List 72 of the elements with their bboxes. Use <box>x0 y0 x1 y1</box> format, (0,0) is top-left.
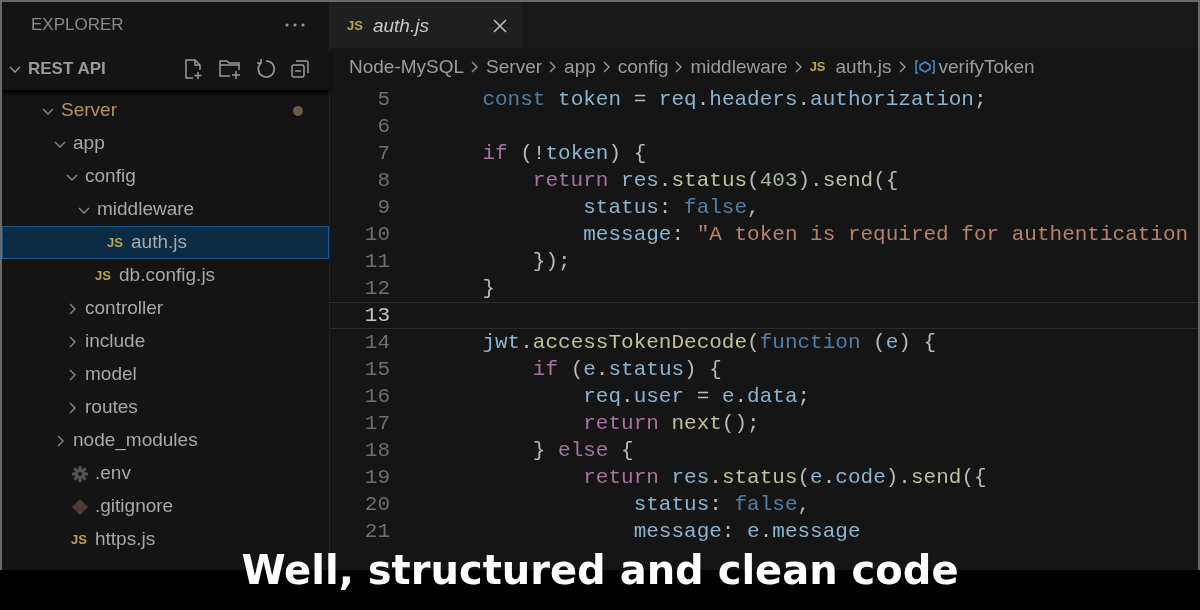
tree-item[interactable]: config <box>2 160 329 193</box>
code-line: message: e.message <box>632 518 861 545</box>
editor-tab[interactable]: JS auth.js <box>330 2 522 48</box>
breadcrumb-item[interactable]: JS auth.js <box>809 52 892 82</box>
code-line: status: false, <box>582 194 760 221</box>
gear-icon <box>71 464 89 483</box>
explorer-title: EXPLORER <box>31 14 124 37</box>
tree-item[interactable]: JS auth.js <box>2 226 329 259</box>
line-number: 11 <box>363 248 390 275</box>
breadcrumb-item[interactable]: Server <box>486 52 543 82</box>
breadcrumb-item[interactable]: config <box>617 52 669 82</box>
js-file-icon: JS <box>71 529 89 550</box>
line-number: 10 <box>363 221 390 248</box>
tree-item[interactable]: .gitignore <box>2 490 329 523</box>
close-icon[interactable] <box>492 18 508 34</box>
tree-item[interactable]: include <box>2 325 329 358</box>
line-number: 5 <box>376 86 390 113</box>
line-number: 16 <box>363 383 390 410</box>
section-header[interactable]: REST API <box>8 56 106 82</box>
line-number: 7 <box>376 140 390 167</box>
code-line: if (e.status) { <box>531 356 722 383</box>
line-number: 8 <box>376 167 390 194</box>
line-number: 13 <box>363 302 390 329</box>
js-file-icon: JS <box>809 57 826 77</box>
tree-item[interactable]: model <box>2 358 329 391</box>
chevron-right-icon <box>897 60 908 74</box>
code-line: status: false, <box>632 491 811 518</box>
line-number: 17 <box>363 410 390 437</box>
code-line: message: "A token is required for authentication <box>582 221 1189 248</box>
line-number: 19 <box>363 464 390 491</box>
line-number: 15 <box>363 356 390 383</box>
tree-item[interactable]: controller <box>2 292 329 325</box>
line-number: 9 <box>376 194 390 221</box>
chevron-right-icon <box>601 60 612 74</box>
code-line: req.user = e.data; <box>582 383 811 410</box>
line-number: 14 <box>363 329 390 356</box>
refresh-icon[interactable] <box>255 58 277 80</box>
code-line: return next(); <box>582 410 760 437</box>
line-number: 18 <box>363 437 390 464</box>
code-line: jwt.accessTokenDecode(function (e) { <box>481 329 937 356</box>
code-line: if (!token) { <box>481 140 647 167</box>
code-line: } else { <box>531 437 634 464</box>
tree-item[interactable]: app <box>2 127 329 160</box>
js-file-icon: JS <box>347 16 363 36</box>
tree-item[interactable]: middleware <box>2 193 329 226</box>
breadcrumb-item[interactable]: middleware <box>690 52 788 82</box>
more-icon[interactable] <box>285 23 305 27</box>
chevron-right-icon <box>793 60 804 74</box>
code-line: return res.status(e.code).send({ <box>582 464 987 491</box>
code-line: }); <box>531 248 571 275</box>
line-number: 6 <box>376 113 390 140</box>
code-line: } <box>481 275 495 302</box>
tree-item[interactable]: JS db.config.js <box>2 259 329 292</box>
breadcrumb-item[interactable]: verifyToken <box>913 52 1035 82</box>
diamond-icon <box>71 497 89 516</box>
tree-item[interactable]: node_modules <box>2 424 329 457</box>
breadcrumb-item[interactable]: Node-MySQL <box>349 52 465 82</box>
tree-item[interactable]: .env <box>2 457 329 490</box>
line-number: 12 <box>363 275 390 302</box>
collapse-icon[interactable] <box>289 58 311 80</box>
modified-dot-icon <box>292 104 304 117</box>
breadcrumb-item[interactable]: app <box>564 52 596 82</box>
line-number: 21 <box>363 518 390 545</box>
js-file-icon: JS <box>107 232 125 253</box>
code-line: const token = req.headers.authorization; <box>481 86 987 113</box>
tree-item[interactable]: Server <box>2 94 329 127</box>
code-line: return res.status(403).send({ <box>531 167 899 194</box>
tree-item[interactable]: routes <box>2 391 329 424</box>
symbol-icon <box>913 58 936 76</box>
line-number: 20 <box>363 491 390 518</box>
js-file-icon: JS <box>95 265 113 286</box>
new-folder-icon[interactable] <box>217 57 243 81</box>
